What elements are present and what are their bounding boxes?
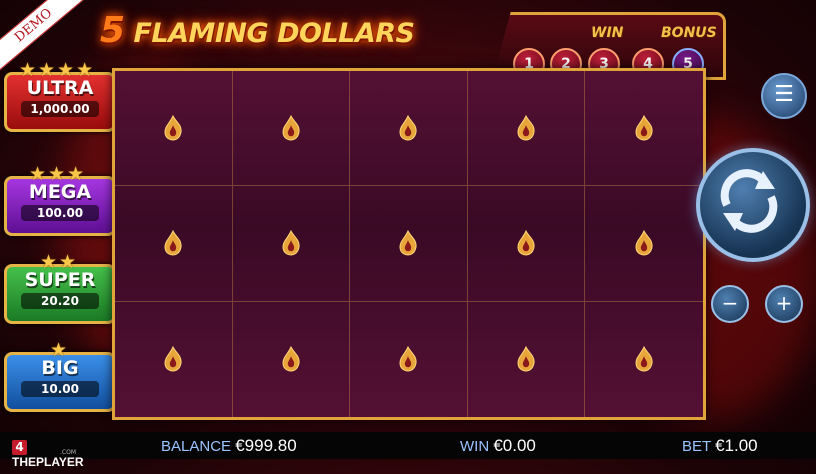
bonus-label: BONUS (661, 25, 717, 41)
bet-label: BET (682, 438, 711, 455)
flame-icon (282, 346, 300, 372)
flame-icon (517, 115, 535, 141)
balance-label: BALANCE (161, 438, 232, 455)
reel-cell (232, 71, 351, 187)
flame-icon (399, 115, 418, 141)
bet-display: BET €1.00 (682, 436, 758, 456)
win-display: WIN €0.00 (460, 436, 536, 456)
jackpot-ultra-value: 1,000.00 (21, 101, 99, 117)
game-logo: 5 FLAMING DOLLARS (100, 6, 470, 56)
jackpot-big-stars: ★ (50, 339, 70, 361)
jackpot-mega-stars: ★★★ (29, 163, 87, 185)
win-amount-label: WIN (460, 438, 490, 455)
jackpot-super-stars: ★★ (40, 251, 79, 273)
status-bar: 4 THEPLAYER .COM BALANCE €999.80 WIN €0.… (0, 432, 816, 469)
win-label: WIN (591, 25, 624, 41)
brand-logo-sub: .COM (60, 449, 76, 456)
jackpot-super: ★★ SUPER 20.20 (4, 251, 116, 324)
flame-icon (635, 115, 653, 141)
flame-icon (282, 115, 300, 141)
jackpot-mega-value: 100.00 (21, 205, 99, 221)
brand-logo-number: 4 (12, 440, 27, 455)
bet-decrease-button[interactable]: − (711, 285, 749, 323)
brand-logo-name: THEPLAYER (12, 455, 84, 469)
flame-icon (635, 346, 653, 372)
reel-cell (115, 186, 233, 302)
jackpot-ultra-stars: ★★★★ (19, 59, 96, 81)
flame-icon (517, 230, 535, 256)
reel-cell (350, 186, 468, 302)
flame-icon (164, 115, 182, 141)
jackpot-big-value: 10.00 (21, 381, 99, 397)
flame-icon (164, 230, 182, 256)
reel-cell (115, 301, 233, 417)
flame-icon (517, 346, 535, 372)
jackpot-big: ★ BIG 10.00 (4, 339, 116, 412)
balance-display: BALANCE €999.80 (161, 436, 297, 456)
reel-cell (585, 186, 703, 302)
spin-icon (720, 169, 778, 233)
reel-cell (468, 301, 586, 417)
reel-cell (232, 186, 351, 302)
flame-icon (399, 346, 418, 372)
flame-icon (164, 346, 182, 372)
jackpot-ultra: ★★★★ ULTRA 1,000.00 (4, 59, 116, 132)
balance-value: €999.80 (235, 436, 297, 455)
brand-logo: 4 THEPLAYER .COM (12, 436, 92, 469)
bet-value: €1.00 (715, 436, 758, 455)
win-amount-value: €0.00 (493, 436, 536, 455)
reel-grid (112, 68, 706, 420)
jackpot-super-value: 20.20 (21, 293, 99, 309)
reel-cell (585, 302, 703, 417)
bet-increase-button[interactable]: + (765, 285, 803, 323)
flame-icon (635, 230, 653, 256)
flame-icon (399, 230, 418, 256)
reel-cell (115, 71, 233, 187)
menu-button[interactable]: ☰ (761, 73, 807, 119)
spin-button[interactable] (696, 148, 810, 262)
game-logo-number: 5 (100, 10, 125, 51)
reel-cell (350, 301, 468, 417)
reel-cell (467, 71, 586, 187)
flame-icon (282, 230, 300, 256)
reel-cell (467, 186, 586, 302)
jackpot-mega: ★★★ MEGA 100.00 (4, 163, 116, 236)
game-logo-text: FLAMING DOLLARS (133, 18, 415, 49)
reel-cell (585, 71, 703, 187)
reel-cell (233, 301, 351, 417)
reel-cell (350, 71, 468, 187)
